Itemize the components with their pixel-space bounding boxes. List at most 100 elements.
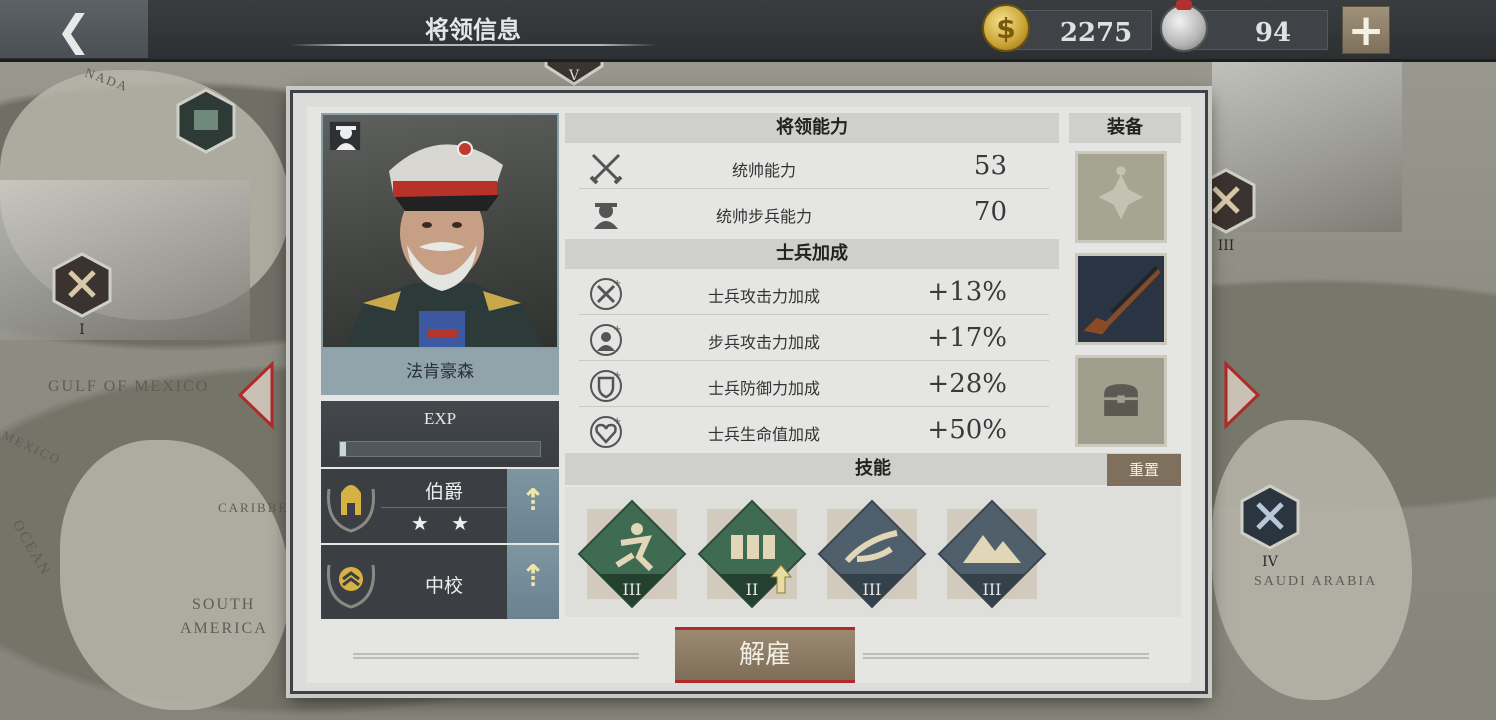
bonus-value: +28% [927,369,1007,399]
iron-cross-medal-icon [1078,154,1164,240]
map-label-saudi: SAUDI ARABIA [1254,574,1378,589]
rifle-icon [1078,256,1164,342]
bonuses-header: 士兵加成 [565,239,1059,269]
decorative-line-right [863,653,1149,659]
svg-text:+: + [613,278,621,289]
general-info-dialog: 法肯豪森 EXP 伯爵 ★ ★ ⇡ 中校 ⇡ 将领能力 统帅能力 53 统帅步兵… [290,90,1208,694]
exp-progress-fill [340,442,346,456]
military-rank-row: 中校 ⇡ [321,545,559,619]
bonus-name: 步兵攻击力加成 [707,333,820,352]
exp-progress-bar [339,441,541,457]
general-portrait [321,113,559,349]
cavalry-charge-icon: III [817,499,927,609]
marker-level: V [568,68,580,84]
shield-plus-icon: + [589,369,623,403]
equipment-header: 装备 [1069,113,1181,143]
abilities-header: 将领能力 [565,113,1059,143]
ability-row: 统帅步兵能力 70 [579,191,1049,235]
exp-label: EXP [423,409,457,428]
upgrade-rank-button[interactable]: ⇡ [507,545,559,619]
nobility-rank-row: 伯爵 ★ ★ ⇡ [321,469,559,543]
bonus-row: + 步兵攻击力加成 +17% [579,317,1049,361]
running-soldier-icon: III [577,499,687,609]
ability-row: 统帅能力 53 [579,145,1049,189]
plus-icon: + [1347,5,1385,56]
skills-area: III II III III [565,487,1181,617]
heart-plus-icon: + [589,415,623,449]
bonus-value: +50% [927,415,1007,445]
mountain-icon: III [937,499,1047,609]
marker-level: IV [1262,554,1278,570]
crossed-swords-icon [589,151,623,185]
ability-value: 53 [973,151,1007,181]
dialog-content: 法肯豪森 EXP 伯爵 ★ ★ ⇡ 中校 ⇡ 将领能力 统帅能力 53 统帅步兵… [307,107,1191,683]
infantry-class-icon [329,121,361,151]
bonus-row: + 士兵攻击力加成 +13% [579,271,1049,315]
skill-level: III [983,580,1002,599]
bonus-row: + 士兵防御力加成 +28% [579,363,1049,407]
bonus-name: 士兵防御力加成 [707,379,820,398]
dismiss-general-button[interactable]: 解雇 [675,627,855,683]
map-marker-I[interactable]: I [52,252,112,338]
map-label-gulf: GULF OF MEXICO [48,378,210,395]
skill-level: III [863,580,882,599]
skill-slot-1[interactable]: III [577,499,687,609]
map-label-caribbe: CARIBBE [218,500,289,515]
military-rank: 中校 [424,575,463,597]
svg-text:+: + [613,416,621,427]
map-label-mexico: MEXICO [0,427,64,468]
equipment-slot-rifle[interactable] [1075,253,1167,345]
chevron-rank-icon [321,545,381,619]
skill-level: III [623,580,642,599]
add-currency-button[interactable]: + [1342,5,1390,56]
spartan-helmet-icon [321,469,381,543]
reset-skills-button[interactable]: 重置 [1107,454,1181,486]
skills-header: 技能 [565,453,1181,485]
skill-slot-2[interactable]: II [697,499,807,609]
prev-general-arrow-icon[interactable] [236,360,276,430]
chevron-left-icon: ❮ [56,6,92,55]
silver-medal-icon [1160,0,1208,52]
stats-panel: 将领能力 统帅能力 53 统帅步兵能力 70 士兵加成 + 士兵攻击力加成 +1… [565,113,1059,477]
soldiers-march-icon: II [697,499,807,609]
skill-slot-4[interactable]: III [937,499,1047,609]
top-bar: ❮ 将领信息 2275 $ 94 + [0,0,1496,62]
bonus-name: 士兵生命值加成 [707,425,820,444]
map-label-ocean: OCEAN [8,517,54,579]
map-label-south: SOUTH [192,596,256,613]
bonus-row: + 士兵生命值加成 +50% [579,409,1049,453]
ability-name: 统帅能力 [731,161,796,180]
soldier-plus-icon: + [589,323,623,357]
general-name: 法肯豪森 [321,349,559,395]
swords-plus-icon: + [589,277,623,311]
bonus-value: +13% [927,277,1007,307]
svg-text:+: + [613,370,621,381]
back-button[interactable]: ❮ [0,0,148,58]
ability-name: 统帅步兵能力 [715,207,812,226]
upgrade-nobility-button[interactable]: ⇡ [507,469,559,543]
skill-slot-3[interactable]: III [817,499,927,609]
decorative-line-left [353,653,639,659]
bonus-name: 士兵攻击力加成 [707,287,820,306]
ability-value: 70 [973,197,1007,227]
equipment-slot-medal[interactable] [1075,151,1167,243]
rank-stars: ★ ★ [410,511,478,535]
page-title: 将领信息 [425,16,521,44]
next-general-arrow-icon[interactable] [1222,360,1262,430]
equipment-slot-empty[interactable] [1075,355,1167,447]
marker-level: I [79,322,85,338]
exp-panel: EXP [321,401,559,467]
infantry-helmet-icon [589,197,623,231]
dollar-coin-icon: $ [982,4,1030,52]
chest-icon [1078,358,1164,444]
svg-text:+: + [613,324,621,335]
double-up-arrow-icon: ⇡ [520,483,546,518]
nobility-title: 伯爵 [424,481,463,503]
map-marker-book[interactable] [176,88,236,154]
title-underline [290,44,656,46]
double-up-arrow-icon: ⇡ [520,559,546,594]
map-photo-soldiers [0,180,250,340]
map-label-america: AMERICA [180,620,268,637]
map-marker-IV[interactable]: IV [1240,484,1300,570]
skill-level: II [746,580,759,599]
